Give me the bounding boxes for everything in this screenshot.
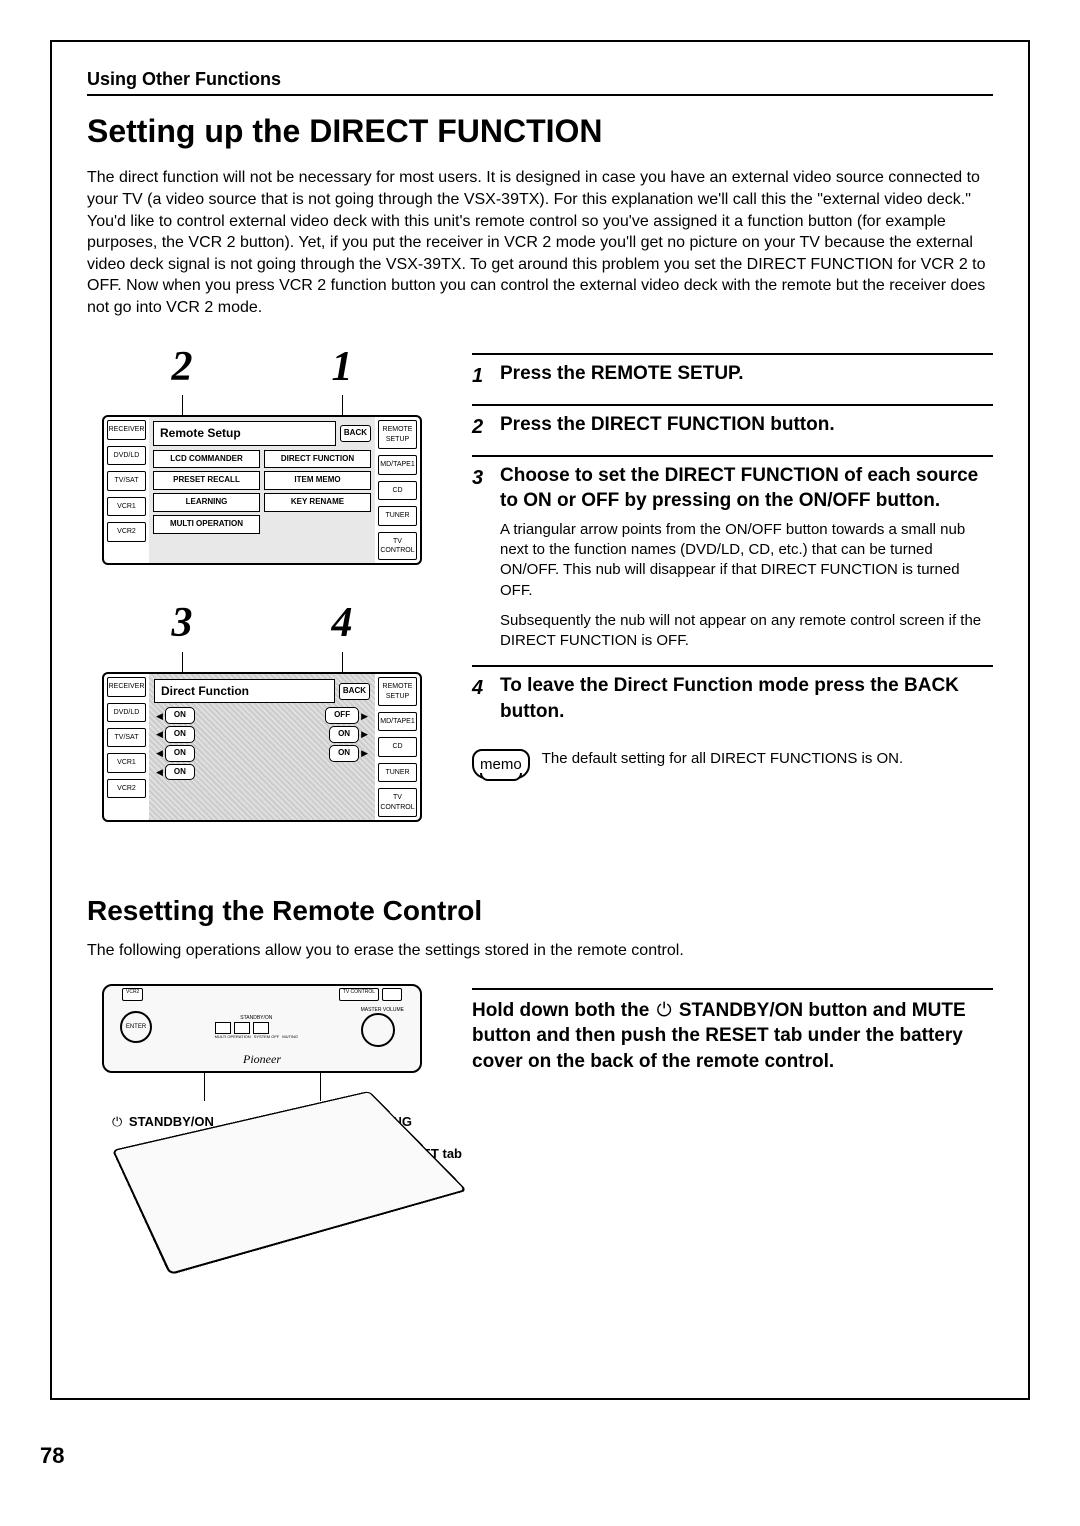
brand-logo: Pioneer: [104, 1051, 420, 1070]
volume-ring-icon: [361, 1013, 395, 1047]
step-4-num: 4: [472, 673, 490, 724]
btn-item-memo: ITEM MEMO: [264, 471, 371, 490]
side-vcr2: VCR2: [107, 779, 146, 798]
power-icon-inline: [655, 1000, 674, 1021]
side-cd: CD: [378, 481, 417, 500]
lcd-back-button-df: BACK: [339, 683, 370, 700]
onoff-vcr2: ON: [165, 764, 195, 781]
onoff-md: OFF: [325, 707, 359, 724]
arrow-left-icon: ◀: [154, 728, 165, 740]
callout-1: 1: [322, 339, 362, 396]
step-2: 2 Press the DIRECT FUNCTION button.: [472, 412, 993, 441]
side-tv-control: TV CONTROL: [378, 788, 417, 817]
lcd-direct-function: RECEIVER DVD/LD TV/SAT VCR1 VCR2 Direct …: [102, 672, 422, 822]
step-4: 4 To leave the Direct Function mode pres…: [472, 673, 993, 724]
remote-btn-muting: [253, 1022, 269, 1034]
side-receiver: RECEIVER: [107, 677, 146, 696]
arrow-right-icon: ▶: [359, 728, 370, 740]
lcd-back-button: BACK: [340, 425, 371, 442]
lcd-title-df: Direct Function: [154, 679, 335, 703]
side-dvd-ld: DVD/LD: [107, 703, 146, 722]
side-tv-sat: TV/SAT: [107, 471, 146, 490]
arrow-right-icon: ▶: [359, 747, 370, 759]
remote-standby-label: STANDBY/ON: [215, 1015, 298, 1022]
side-vcr1: VCR1: [107, 497, 146, 516]
step-3-title: Choose to set the DIRECT FUNCTION of eac…: [500, 463, 993, 514]
callout-numbers-mid: 3 4: [102, 595, 422, 652]
power-icon: [112, 1114, 125, 1129]
lbl-multi: MULTI OPERATION: [215, 1034, 251, 1039]
callout-numbers-top: 2 1: [102, 339, 422, 396]
side-tv-sat: TV/SAT: [107, 728, 146, 747]
step-1-num: 1: [472, 361, 490, 390]
reset-intro: The following operations allow you to er…: [87, 940, 993, 962]
battery-cover-illustration: RESET tab: [112, 1150, 412, 1304]
remote-btn-blank: [382, 988, 402, 1001]
lbl-sysoff: SYSTEM OFF: [254, 1034, 280, 1039]
page-number: 78: [40, 1441, 64, 1471]
lbl-muting: MUTING: [282, 1034, 298, 1039]
step-3: 3 Choose to set the DIRECT FUNCTION of e…: [472, 463, 993, 514]
remote-btn-system-off: [234, 1022, 250, 1034]
step-1-title: Press the REMOTE SETUP.: [500, 361, 744, 390]
onoff-tuner: ON: [329, 745, 359, 762]
step-2-title: Press the DIRECT FUNCTION button.: [500, 412, 835, 441]
btn-direct-function: DIRECT FUNCTION: [264, 450, 371, 469]
side-dvd-ld: DVD/LD: [107, 446, 146, 465]
section-header: Using Other Functions: [87, 67, 993, 96]
side-remote-setup: REMOTE SETUP: [378, 420, 417, 449]
step-3-body-b: Subsequently the nub will not appear on …: [500, 611, 993, 652]
arrow-right-icon: ▶: [359, 710, 370, 722]
side-vcr1: VCR1: [107, 753, 146, 772]
side-md-tape1: MD/TAPE1: [378, 455, 417, 474]
step-4-title: To leave the Direct Function mode press …: [500, 673, 993, 724]
side-md-tape1: MD/TAPE1: [378, 712, 417, 731]
reset-hold-instructions: Hold down both the STANDBY/ON button and…: [472, 998, 993, 1075]
btn-key-rename: KEY RENAME: [264, 493, 371, 512]
dpad-icon: ENTER: [120, 1011, 152, 1043]
step-1: 1 Press the REMOTE SETUP.: [472, 361, 993, 390]
remote-btn-vcr2: VCR2: [122, 988, 143, 1001]
side-tv-control: TV CONTROL: [378, 532, 417, 561]
btn-learning: LEARNING: [153, 493, 260, 512]
remote-btn-multi: [215, 1022, 231, 1034]
side-vcr2: VCR2: [107, 522, 146, 541]
side-remote-setup: REMOTE SETUP: [378, 677, 417, 706]
reset-title: Resetting the Remote Control: [87, 892, 993, 930]
lcd-title: Remote Setup: [153, 421, 336, 445]
intro-paragraph: The direct function will not be necessar…: [87, 167, 993, 318]
btn-preset-recall: PRESET RECALL: [153, 471, 260, 490]
arrow-left-icon: ◀: [154, 710, 165, 722]
standby-on-label: STANDBY/ON: [112, 1113, 214, 1131]
side-tuner: TUNER: [378, 506, 417, 525]
lcd-remote-setup: RECEIVER DVD/LD TV/SAT VCR1 VCR2 Remote …: [102, 415, 422, 565]
onoff-dvd: ON: [165, 707, 195, 724]
onoff-cd: ON: [329, 726, 359, 743]
step-3-num: 3: [472, 463, 490, 514]
arrow-left-icon: ◀: [154, 766, 165, 778]
memo-text: The default setting for all DIRECT FUNCT…: [542, 749, 904, 769]
memo-icon: memo: [472, 749, 530, 779]
side-cd: CD: [378, 737, 417, 756]
arrow-left-icon: ◀: [154, 747, 165, 759]
onoff-tvsat: ON: [165, 726, 195, 743]
btn-lcd-commander: LCD COMMANDER: [153, 450, 260, 469]
step-3-body-a: A triangular arrow points from the ON/OF…: [500, 520, 993, 601]
callout-4: 4: [322, 595, 362, 652]
remote-btn-tv-control: TV CONTROL: [339, 988, 379, 1001]
onoff-vcr1: ON: [165, 745, 195, 762]
side-receiver: RECEIVER: [107, 420, 146, 439]
step-2-num: 2: [472, 412, 490, 441]
callout-3: 3: [162, 595, 202, 652]
page-title: Setting up the DIRECT FUNCTION: [87, 110, 993, 153]
side-tuner: TUNER: [378, 763, 417, 782]
remote-vol-label: MASTER VOLUME: [361, 1007, 404, 1014]
callout-2: 2: [162, 339, 202, 396]
btn-multi-operation: MULTI OPERATION: [153, 515, 260, 534]
remote-top-illustration: VCR2 TV CONTROL ENTER STANDBY/ON: [102, 984, 422, 1073]
